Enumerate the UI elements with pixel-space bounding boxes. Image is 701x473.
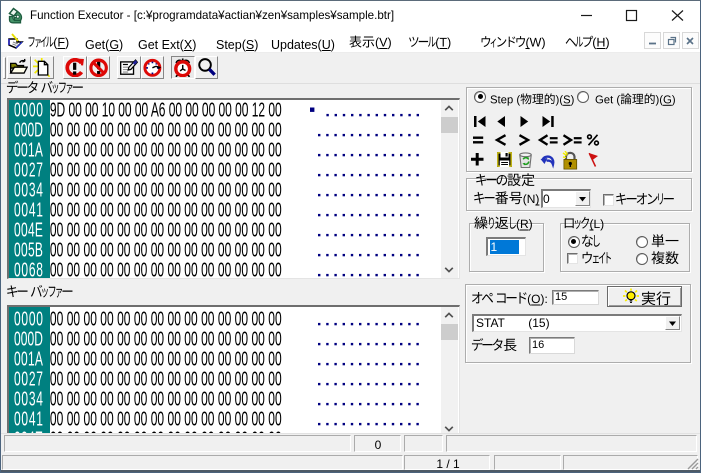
svg-text:00 00 00 00 00 00 00 00 00 00: 00 00 00 00 00 00 00 00 00 00 00 00 00 0… (50, 348, 282, 370)
svg-text:0034: 0034 (14, 388, 43, 410)
svg-text:0041: 0041 (14, 408, 43, 430)
svg-text:00 00 00 00 00 00 00 00 00 00: 00 00 00 00 00 00 00 00 00 00 00 00 00 0… (50, 159, 282, 181)
svg-text:0041: 0041 (14, 199, 43, 221)
svg-text:00 00 00 00 00 00 00 00 00 00: 00 00 00 00 00 00 00 00 00 00 00 00 00 0… (50, 119, 282, 141)
svg-text:0000: 0000 (14, 100, 43, 121)
svg-text:00 00 00 00 00 00 00 00 00 00: 00 00 00 00 00 00 00 00 00 00 00 00 00 0… (50, 408, 282, 430)
svg-text:0027: 0027 (14, 368, 43, 390)
svg-text:000D: 000D (14, 328, 43, 350)
svg-text:001A: 001A (14, 139, 43, 161)
svg-text:001A: 001A (14, 348, 43, 370)
svg-text:00 00 00 00 00 00 00 00 00 00: 00 00 00 00 00 00 00 00 00 00 00 00 00 0… (50, 139, 282, 161)
svg-text:004E: 004E (14, 219, 43, 241)
svg-text:00 00 00 00 00 00 00 00 00 00: 00 00 00 00 00 00 00 00 00 00 00 00 00 0… (50, 239, 282, 261)
svg-text:00 00 00 00 00 00 00 00 00 00: 00 00 00 00 00 00 00 00 00 00 00 00 00 0… (50, 179, 282, 201)
svg-text:000D: 000D (14, 119, 43, 141)
svg-text:00 00 00 00 00 00 00 00 00 00: 00 00 00 00 00 00 00 00 00 00 00 00 00 0… (50, 199, 282, 221)
svg-text:9D 00 00 10 00 00 A6 00 00 00: 9D 00 00 10 00 00 A6 00 00 00 00 00 12 0… (50, 100, 282, 121)
svg-text:0000: 0000 (14, 308, 43, 330)
svg-text:00 00 00 00 00 00 00 00 00 00: 00 00 00 00 00 00 00 00 00 00 00 00 00 0… (50, 259, 282, 278)
svg-text:0027: 0027 (14, 159, 43, 181)
svg-text:005B: 005B (14, 239, 43, 261)
svg-text:00 00 00 00 00 00 00 00 00 00: 00 00 00 00 00 00 00 00 00 00 00 00 00 0… (50, 219, 282, 241)
svg-text:00 00 00 00 00 00 00 00 00 00: 00 00 00 00 00 00 00 00 00 00 00 00 00 0… (50, 388, 282, 410)
svg-text:00 00 00 00 00 00 00 00 00 00: 00 00 00 00 00 00 00 00 00 00 00 00 00 0… (50, 368, 282, 390)
svg-text:0034: 0034 (14, 179, 43, 201)
svg-text:00 00 00 00 00 00 00 00 00 00: 00 00 00 00 00 00 00 00 00 00 00 00 00 0… (50, 328, 282, 350)
svg-text:00 00 00 00 00 00 00 00 00 00: 00 00 00 00 00 00 00 00 00 00 00 00 00 0… (50, 308, 282, 330)
svg-text:0068: 0068 (14, 259, 43, 278)
